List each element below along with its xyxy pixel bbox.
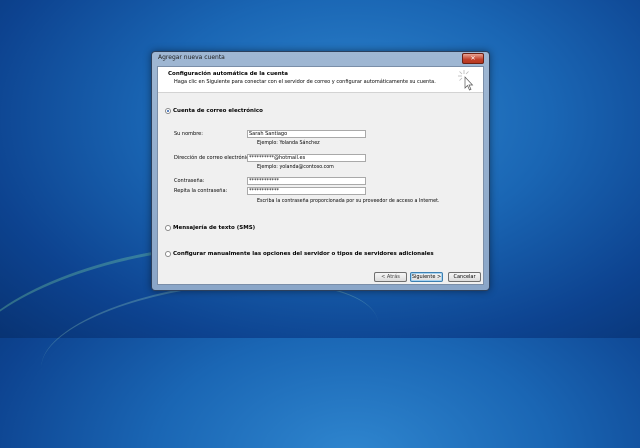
dialog-client-area: Configuración automática de la cuenta Ha… [157, 66, 484, 285]
name-hint: Ejemplo: Yolanda Sánchez [257, 141, 320, 146]
header-title: Configuración automática de la cuenta [168, 71, 288, 77]
email-hint: Ejemplo: yolanda@contoso.com [257, 165, 334, 170]
title-bar[interactable]: Agregar nueva cuenta ✕ [152, 52, 489, 66]
cursor-arrow-icon [458, 70, 474, 91]
next-button[interactable]: Siguiente > [410, 272, 443, 282]
manual-config-radio[interactable] [165, 251, 171, 257]
confirm-password-label: Repita la contraseña: [174, 188, 228, 194]
manual-config-label[interactable]: Configurar manualmente las opciones del … [173, 251, 434, 257]
header-description: Haga clic en Siguiente para conectar con… [174, 79, 436, 85]
name-label: Su nombre: [174, 131, 203, 137]
dialog-header: Configuración automática de la cuenta Ha… [158, 67, 483, 93]
window-title: Agregar nueva cuenta [158, 54, 225, 61]
confirm-password-input[interactable]: ************ [247, 187, 366, 195]
password-hint: Escriba la contraseña proporcionada por … [257, 199, 440, 204]
back-button[interactable]: < Atrás [374, 272, 407, 282]
email-input[interactable]: **********@hotmail.es [247, 154, 366, 162]
email-account-label[interactable]: Cuenta de correo electrónico [173, 108, 263, 114]
password-input[interactable]: ************ [247, 177, 366, 185]
close-button[interactable]: ✕ [462, 53, 484, 64]
sms-radio[interactable] [165, 225, 171, 231]
email-account-radio[interactable] [165, 108, 171, 114]
password-label: Contraseña: [174, 178, 205, 184]
sms-label[interactable]: Mensajería de texto (SMS) [173, 225, 255, 231]
name-input[interactable]: Sarah Santiago [247, 130, 366, 138]
cancel-button[interactable]: Cancelar [448, 272, 481, 282]
add-account-dialog: Agregar nueva cuenta ✕ Configuración aut… [151, 51, 490, 291]
email-label: Dirección de correo electrónico: [174, 155, 254, 161]
